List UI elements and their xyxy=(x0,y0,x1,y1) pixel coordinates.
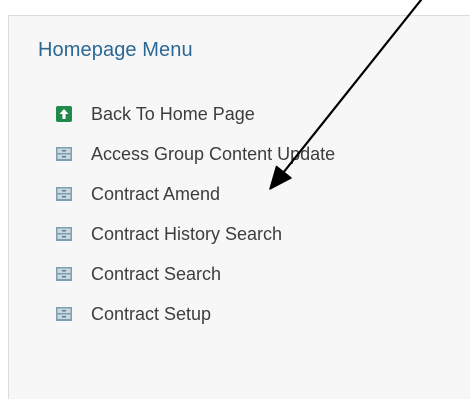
screenshot-stage: Homepage Menu Back To Home Page Access G… xyxy=(0,0,470,399)
homepage-menu-panel: Homepage Menu Back To Home Page Access G… xyxy=(8,15,470,399)
menu-item-back-to-home-page[interactable]: Back To Home Page xyxy=(56,94,335,134)
menu-item-label: Contract History Search xyxy=(91,223,283,244)
drawer-icon xyxy=(56,266,72,282)
menu-item-contract-setup[interactable]: Contract Setup xyxy=(56,294,335,334)
home-arrow-icon xyxy=(56,106,72,122)
drawer-icon xyxy=(56,226,72,242)
menu-item-contract-amend[interactable]: Contract Amend xyxy=(56,174,335,214)
menu-item-label: Contract Search xyxy=(91,263,222,284)
drawer-icon xyxy=(56,306,72,322)
menu-item-label: Contract Amend xyxy=(91,183,221,204)
menu-title: Homepage Menu xyxy=(38,39,193,61)
menu-list: Back To Home Page Access Group Content U… xyxy=(56,94,335,334)
menu-item-access-group-content-update[interactable]: Access Group Content Update xyxy=(56,134,335,174)
menu-item-contract-history-search[interactable]: Contract History Search xyxy=(56,214,335,254)
menu-item-label: Access Group Content Update xyxy=(91,143,336,164)
drawer-icon xyxy=(56,186,72,202)
menu-item-label: Contract Setup xyxy=(91,303,212,324)
menu-item-label: Back To Home Page xyxy=(91,103,255,124)
drawer-icon xyxy=(56,146,72,162)
menu-item-contract-search[interactable]: Contract Search xyxy=(56,254,335,294)
